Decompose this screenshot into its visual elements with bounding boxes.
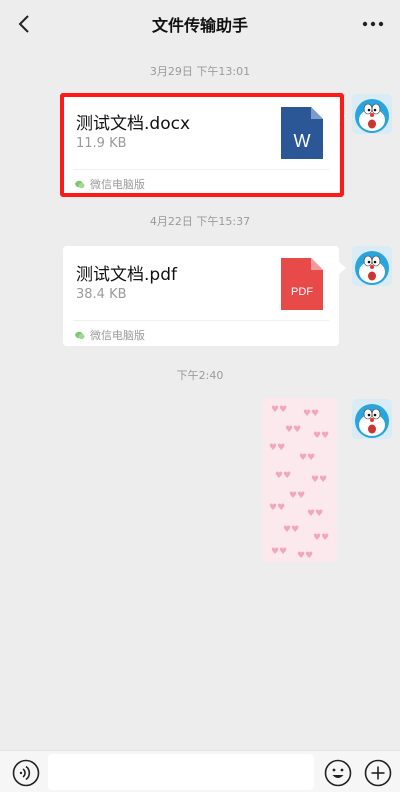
wechat-icon bbox=[75, 331, 85, 339]
heart-pattern-icon: ♥♥ ♥♥ ♥♥♥♥ ♥♥♥♥ ♥♥ ♥♥ ♥♥♥♥ ♥♥♥♥ ♥♥♥♥ ♥♥ bbox=[269, 405, 329, 561]
svg-text:♥♥: ♥♥ bbox=[303, 409, 319, 419]
file-name: 测试文档.pdf bbox=[76, 265, 177, 285]
timestamp: 4月22日 下午15:37 bbox=[149, 215, 251, 228]
input-bar bbox=[0, 750, 400, 792]
more-functions-button[interactable] bbox=[364, 759, 392, 787]
highlight-box bbox=[60, 93, 344, 197]
sticker-image[interactable]: ♥♥ ♥♥ ♥♥ ♥♥ ♥♥ ♥♥ ♥♥ ♥♥ ♥♥ ♥♥ ♥♥ ♥♥ ♥♥ ♥♥ ♥♥ bbox=[263, 398, 337, 562]
svg-text:♥♥: ♥♥ bbox=[271, 547, 287, 557]
svg-text:♥♥: ♥♥ bbox=[283, 525, 299, 535]
doraemon-avatar-icon bbox=[352, 94, 392, 134]
timestamp: 下午2:40 bbox=[176, 369, 224, 382]
back-button[interactable] bbox=[10, 10, 38, 38]
bubble-arrow bbox=[339, 262, 346, 274]
pdf-file-icon: PDF bbox=[281, 258, 323, 310]
svg-text:♥♥: ♥♥ bbox=[297, 551, 313, 561]
svg-text:♥♥: ♥♥ bbox=[271, 405, 287, 415]
doraemon-avatar-icon bbox=[352, 246, 392, 286]
file-source-label: 微信电脑版 bbox=[90, 329, 145, 342]
doraemon-avatar-icon bbox=[352, 399, 392, 439]
svg-text:♥♥: ♥♥ bbox=[269, 503, 285, 513]
file-source: 微信电脑版 bbox=[75, 327, 145, 343]
svg-text:♥♥: ♥♥ bbox=[307, 509, 323, 519]
page-title: 文件传输助手 bbox=[151, 16, 248, 35]
svg-text:♥♥: ♥♥ bbox=[299, 453, 315, 463]
more-dots-icon bbox=[362, 21, 384, 27]
emoji-icon bbox=[324, 759, 352, 787]
voice-icon bbox=[12, 759, 40, 787]
divider bbox=[73, 320, 329, 321]
chat-header: 文件传输助手 bbox=[0, 0, 400, 48]
svg-text:♥♥: ♥♥ bbox=[289, 491, 305, 501]
voice-button[interactable] bbox=[12, 759, 40, 787]
plus-icon bbox=[364, 759, 392, 787]
svg-text:♥♥: ♥♥ bbox=[313, 533, 329, 543]
svg-text:♥♥: ♥♥ bbox=[269, 443, 285, 453]
file-message-pdf[interactable]: 测试文档.pdf 38.4 KB PDF 微信电脑版 bbox=[63, 246, 339, 346]
svg-text:♥♥: ♥♥ bbox=[275, 471, 291, 481]
file-size: 38.4 KB bbox=[76, 287, 127, 302]
avatar[interactable] bbox=[352, 94, 392, 134]
svg-text:♥♥: ♥♥ bbox=[311, 475, 327, 485]
pdf-file-icon-label: PDF bbox=[291, 286, 313, 298]
more-button[interactable] bbox=[358, 10, 388, 38]
svg-text:♥♥: ♥♥ bbox=[285, 425, 301, 435]
avatar[interactable] bbox=[352, 399, 392, 439]
emoji-button[interactable] bbox=[324, 759, 352, 787]
svg-text:♥♥: ♥♥ bbox=[313, 431, 329, 441]
timestamp: 3月29日 下午13:01 bbox=[149, 65, 251, 78]
message-input[interactable] bbox=[48, 754, 314, 790]
chevron-left-icon bbox=[18, 15, 29, 33]
avatar[interactable] bbox=[352, 246, 392, 286]
